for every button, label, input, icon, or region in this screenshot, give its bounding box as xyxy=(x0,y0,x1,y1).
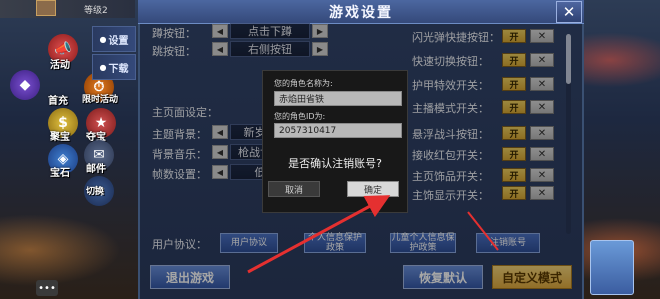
close-button[interactable]: ✕ xyxy=(556,1,582,23)
chat-icon[interactable]: ••• xyxy=(36,280,58,296)
name-label: 您的角色名称为: xyxy=(274,79,333,88)
page-title: 游戏设置 xyxy=(138,0,584,24)
side-item-label: 首充 xyxy=(48,96,68,107)
side-item-label: 宝石 xyxy=(50,168,70,179)
character-name-field: 赤焰田省铁 xyxy=(274,91,402,106)
bullet-icon: ● xyxy=(99,34,107,44)
close-icon: ✕ xyxy=(562,3,576,21)
settings-side-tabs: ● 设置 ● 下载 xyxy=(92,26,136,82)
side-item-label: 聚宝 xyxy=(50,132,70,143)
dialog-cancel-button[interactable]: 取消 xyxy=(268,181,320,197)
tab-download[interactable]: ● 下载 xyxy=(92,54,136,80)
side-item-label: 限时活动 xyxy=(82,95,119,105)
id-label: 您的角色ID为: xyxy=(274,112,326,121)
side-item-label: 切换 xyxy=(86,187,105,197)
character-id-field: 2057310417 xyxy=(274,123,402,138)
event-banner[interactable] xyxy=(590,240,634,295)
dialog-confirm-button[interactable]: 确定 xyxy=(347,181,399,197)
side-item-label: 活动 xyxy=(50,60,70,71)
player-bar xyxy=(0,0,135,18)
avatar[interactable] xyxy=(36,0,56,16)
confirm-question: 是否确认注销账号? xyxy=(288,157,382,170)
bullet-icon: ● xyxy=(99,62,107,72)
player-level: 等级2 xyxy=(84,6,108,16)
first-charge-icon[interactable]: ◆ xyxy=(10,70,40,100)
tab-settings[interactable]: ● 设置 xyxy=(92,26,136,52)
side-item-label: 邮件 xyxy=(86,164,106,175)
